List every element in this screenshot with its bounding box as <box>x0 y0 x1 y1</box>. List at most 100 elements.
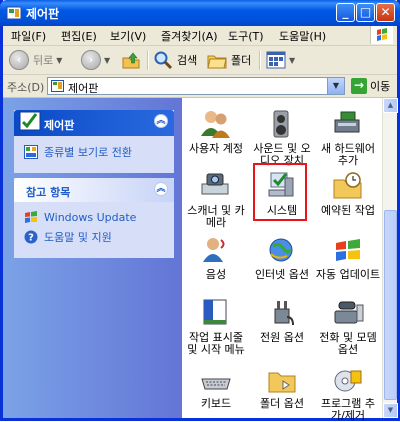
category-view-icon <box>24 145 38 159</box>
windows-logo-icon <box>370 26 393 44</box>
speaker-icon <box>273 110 289 138</box>
search-icon <box>154 51 173 70</box>
title-bar[interactable]: 제어판 _ □ ✕ <box>0 0 400 26</box>
item-scheduled-tasks[interactable]: 예약된 작업 <box>315 170 381 217</box>
item-taskbar-start-menu[interactable]: 작업 표시줄 및 시작 메뉴 <box>183 297 249 356</box>
maximize-button[interactable]: □ <box>356 3 375 22</box>
control-panel-box-header[interactable]: 제어판 ︽ <box>14 110 174 136</box>
item-add-remove-programs[interactable]: 프로그램 추가/제거 <box>315 367 381 422</box>
toolbar: ‹ 뒤로 ▼ › ▼ 검색 폴더 ▼ <box>3 46 397 75</box>
address-dropdown-button[interactable]: ▼ <box>327 78 344 94</box>
chevron-down-icon: ▼ <box>104 55 111 65</box>
windows-update-icon <box>25 211 37 223</box>
address-value: 제어판 <box>68 82 99 95</box>
forward-button[interactable]: › ▼ <box>81 49 110 71</box>
item-power-options[interactable]: 전원 옵션 <box>249 297 315 344</box>
svg-text:?: ? <box>28 233 34 244</box>
toolbar-separator <box>147 51 149 70</box>
control-panel-box-title: 제어판 <box>44 119 75 132</box>
item-label: 사용자 계정 <box>188 142 244 155</box>
item-keyboard[interactable]: 키보드 <box>183 367 249 410</box>
item-label: 인터넷 옵션 <box>254 268 310 281</box>
switch-link-label: 종류별 보기로 전환 <box>44 146 132 159</box>
vertical-scrollbar[interactable]: ▲ ▼ <box>382 98 398 418</box>
collapse-chevron-icon[interactable]: ︽ <box>154 182 168 196</box>
collapse-chevron-icon[interactable]: ︽ <box>154 114 168 128</box>
item-label: 자동 업데이트 <box>315 268 381 281</box>
menu-bar: 파일(F) 편집(E) 보기(V) 즐겨찾기(A) 도구(T) 도움말(H) <box>3 26 397 46</box>
see-also-box: 참고 항목 ︽ Windows Update ? 도움말 및 지원 <box>14 178 174 258</box>
see-also-header[interactable]: 참고 항목 ︽ <box>14 178 174 202</box>
address-bar: 주소(D) 제어판 ▼ → 이동 <box>3 75 397 98</box>
menu-favorites[interactable]: 즐겨찾기(A) <box>161 28 218 44</box>
task-pane: 제어판 ︽ 종류별 보기로 전환 참고 항목 ︽ Windows Update … <box>3 98 182 418</box>
item-automatic-updates[interactable]: 자동 업데이트 <box>315 234 381 281</box>
help-and-support-label: 도움말 및 지원 <box>44 231 112 244</box>
go-arrow-icon: → <box>351 78 367 94</box>
windows-update-link[interactable]: Windows Update <box>24 210 164 224</box>
address-input[interactable]: 제어판 ▼ <box>47 77 345 95</box>
address-label: 주소(D) <box>7 81 45 94</box>
up-button[interactable] <box>121 49 141 71</box>
back-arrow-icon: ‹ <box>9 50 29 70</box>
item-scanners-cameras[interactable]: 스캐너 및 카메라 <box>183 170 249 229</box>
menu-file[interactable]: 파일(F) <box>11 28 46 44</box>
item-label: 프로그램 추가/제거 <box>320 397 376 422</box>
back-button[interactable]: ‹ 뒤로 ▼ <box>9 49 62 71</box>
control-panel-box-body: 종류별 보기로 전환 <box>14 136 174 173</box>
views-button[interactable]: ▼ <box>266 49 295 71</box>
hardware-icon <box>334 111 360 133</box>
close-button[interactable]: ✕ <box>376 3 395 22</box>
windows-update-icon <box>336 239 360 261</box>
item-folder-options[interactable]: 폴더 옵션 <box>249 367 315 410</box>
see-also-body: Windows Update ? 도움말 및 지원 <box>14 202 174 258</box>
folders-icon <box>207 55 227 69</box>
item-label: 전화 및 모뎀 옵션 <box>319 331 377 356</box>
phone-icon <box>334 301 364 324</box>
control-panel-icon <box>6 6 22 20</box>
help-and-support-link[interactable]: ? 도움말 및 지원 <box>24 229 164 245</box>
item-phone-modem-options[interactable]: 전화 및 모뎀 옵션 <box>315 297 381 356</box>
item-speech[interactable]: 음성 <box>183 234 249 281</box>
explorer-window: 제어판 _ □ ✕ 파일(F) 편집(E) 보기(V) 즐겨찾기(A) 도구(T… <box>0 0 400 422</box>
users-icon <box>201 111 230 138</box>
selection-highlight-box <box>253 163 307 221</box>
folders-label: 폴더 <box>231 54 252 67</box>
internet-icon <box>269 238 293 262</box>
speech-icon <box>203 238 225 262</box>
scanner-icon <box>201 173 229 195</box>
power-icon <box>274 301 294 326</box>
item-add-hardware[interactable]: 새 하드웨어 추가 <box>315 108 381 167</box>
scroll-up-button[interactable]: ▲ <box>383 98 398 113</box>
search-label: 검색 <box>177 54 198 67</box>
add-remove-icon <box>334 370 362 392</box>
forward-arrow-icon: › <box>81 50 101 70</box>
search-button[interactable]: 검색 <box>153 49 197 71</box>
item-label: 예약된 작업 <box>320 204 376 217</box>
menu-view[interactable]: 보기(V) <box>110 28 146 44</box>
scheduled-tasks-icon <box>333 172 362 199</box>
item-internet-options[interactable]: 인터넷 옵션 <box>249 234 315 281</box>
item-sound-audio-devices[interactable]: 사운드 및 오디오 장치 <box>249 108 315 167</box>
menu-help[interactable]: 도움말(H) <box>279 28 326 44</box>
menu-tools[interactable]: 도구(T) <box>228 28 264 44</box>
window-title: 제어판 <box>26 7 60 21</box>
go-button[interactable]: → 이동 <box>351 78 390 94</box>
control-panel-box: 제어판 ︽ 종류별 보기로 전환 <box>14 110 174 173</box>
windows-update-label: Windows Update <box>44 210 137 224</box>
item-label: 작업 표시줄 및 시작 메뉴 <box>187 331 245 356</box>
item-user-accounts[interactable]: 사용자 계정 <box>183 108 249 155</box>
folders-button[interactable]: 폴더 <box>207 49 251 71</box>
minimize-button[interactable]: _ <box>336 3 355 22</box>
scroll-down-button[interactable]: ▼ <box>383 403 398 418</box>
keyboard-icon <box>201 378 231 390</box>
control-panel-icon <box>19 111 41 131</box>
item-label: 전원 옵션 <box>260 331 304 344</box>
item-label: 새 하드웨어 추가 <box>320 142 376 167</box>
back-label: 뒤로 <box>33 54 54 67</box>
see-also-title: 참고 항목 <box>26 186 71 199</box>
switch-to-category-view-link[interactable]: 종류별 보기로 전환 <box>24 144 164 160</box>
scroll-thumb[interactable] <box>384 210 397 400</box>
menu-edit[interactable]: 편집(E) <box>61 28 97 44</box>
item-label: 스캐너 및 카메라 <box>187 204 245 229</box>
